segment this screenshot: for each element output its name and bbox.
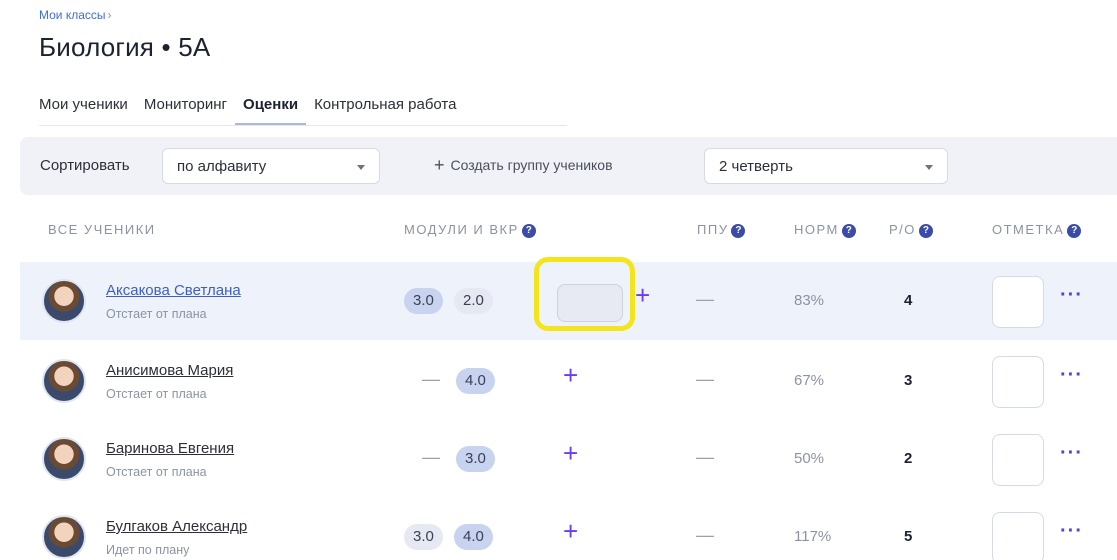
sort-select-value: по алфавиту <box>177 158 267 175</box>
tab-test[interactable]: Контрольная работа <box>314 92 456 125</box>
tab-monitoring[interactable]: Мониторинг <box>144 92 227 125</box>
final-mark-input[interactable] <box>992 434 1044 486</box>
student-status: Идет по плану <box>106 543 190 557</box>
final-mark-input[interactable] <box>992 276 1044 328</box>
tab-bar: Мои ученики Мониторинг Оценки Контрольна… <box>39 92 567 126</box>
norm-value: 67% <box>794 372 825 389</box>
final-mark-input[interactable] <box>992 512 1044 560</box>
module-grade-pill[interactable]: 4.0 <box>456 368 495 394</box>
student-name-link[interactable]: Анисимова Мария <box>106 362 233 379</box>
column-header-ppu: ППУ? <box>697 222 746 238</box>
ro-value: 2 <box>904 450 913 467</box>
ppu-value: — <box>696 369 714 389</box>
sort-select[interactable]: по алфавиту <box>162 148 380 184</box>
column-header-modules: МОДУЛИ И ВКР? <box>404 222 536 238</box>
module-grade-pill[interactable]: 4.0 <box>454 524 493 550</box>
more-options-icon[interactable]: ··· <box>1060 364 1083 387</box>
help-icon[interactable]: ? <box>918 224 933 238</box>
column-header-ro-label: Р/О <box>889 222 916 237</box>
column-header-ppu-label: ППУ <box>697 222 729 237</box>
student-name-link[interactable]: Булгаков Александр <box>106 518 247 535</box>
column-header-norm: НОРМ? <box>794 222 856 238</box>
norm-value: 83% <box>794 292 825 309</box>
avatar <box>42 437 86 481</box>
create-group-button[interactable]: + Создать группу учеников <box>434 155 613 176</box>
ppu-value: — <box>696 447 714 467</box>
student-status: Отстает от плана <box>106 465 207 479</box>
module-grade-empty: — <box>422 369 440 389</box>
norm-value: 50% <box>794 450 825 467</box>
more-options-icon[interactable]: ··· <box>1060 442 1083 465</box>
quarter-select[interactable]: 2 четверть <box>704 148 948 184</box>
column-header-students: ВСЕ УЧЕНИКИ <box>48 222 156 237</box>
tab-grades[interactable]: Оценки <box>235 92 307 125</box>
ppu-value: — <box>696 289 714 309</box>
student-status: Отстает от плана <box>106 307 207 321</box>
column-header-students-label: ВСЕ УЧЕНИКИ <box>48 222 156 237</box>
add-grade-button[interactable]: + <box>563 440 578 466</box>
student-status: Отстает от плана <box>106 387 207 401</box>
module-grade-pill[interactable]: 3.0 <box>404 524 443 550</box>
help-icon[interactable]: ? <box>841 224 856 238</box>
tab-my-students[interactable]: Мои ученики <box>39 92 128 125</box>
table-row: Баринова Евгения Отстает от плана — 3.0 … <box>20 420 1117 498</box>
help-icon[interactable]: ? <box>521 224 536 238</box>
table-row: Булгаков Александр Идет по плану 3.0 4.0… <box>20 498 1117 560</box>
quarter-select-value: 2 четверть <box>719 158 793 175</box>
student-name-link[interactable]: Баринова Евгения <box>106 440 234 457</box>
plus-icon: + <box>434 155 445 175</box>
page-title: Биология • 5А <box>39 32 211 62</box>
create-group-label: Создать группу учеников <box>450 157 613 173</box>
more-options-icon[interactable]: ··· <box>1060 520 1083 543</box>
avatar <box>42 359 86 403</box>
help-icon[interactable]: ? <box>731 224 746 238</box>
ro-value: 4 <box>904 292 913 309</box>
breadcrumb-link[interactable]: Мои классы <box>39 8 106 22</box>
breadcrumb-separator: › <box>107 8 112 22</box>
final-mark-input[interactable] <box>992 356 1044 408</box>
ppu-value: — <box>696 525 714 545</box>
avatar <box>42 279 86 323</box>
toolbar: Сортировать по алфавиту + Создать группу … <box>20 137 1117 195</box>
add-grade-button[interactable]: + <box>563 362 578 388</box>
vkr-grade-input[interactable] <box>557 284 623 322</box>
add-grade-button[interactable]: + <box>563 518 578 544</box>
student-name-link[interactable]: Аксакова Светлана <box>106 282 241 299</box>
caret-down-icon <box>925 165 933 170</box>
column-header-mark: ОТМЕТКА? <box>992 222 1082 238</box>
column-header-norm-label: НОРМ <box>794 222 839 237</box>
module-grade-pill[interactable]: 3.0 <box>456 446 495 472</box>
add-grade-button[interactable]: + <box>635 282 650 308</box>
table-row: Аксакова Светлана Отстает от плана 3.0 2… <box>20 257 1117 340</box>
column-header-mark-label: ОТМЕТКА <box>992 222 1065 237</box>
norm-value: 117% <box>794 528 832 545</box>
breadcrumb[interactable]: Мои классы › <box>39 8 112 22</box>
avatar <box>42 515 86 559</box>
sort-label: Сортировать <box>40 157 130 174</box>
help-icon[interactable]: ? <box>1067 224 1082 238</box>
column-header-modules-label: МОДУЛИ И ВКР <box>404 222 519 237</box>
ro-value: 3 <box>904 372 913 389</box>
module-grade-pill[interactable]: 2.0 <box>454 288 493 314</box>
column-header-ro: Р/О? <box>889 222 933 238</box>
module-grade-empty: — <box>422 447 440 467</box>
table-row: Анисимова Мария Отстает от плана — 4.0 +… <box>20 342 1117 420</box>
ro-value: 5 <box>904 528 913 545</box>
module-grade-pill[interactable]: 3.0 <box>404 288 443 314</box>
caret-down-icon <box>357 165 365 170</box>
more-options-icon[interactable]: ··· <box>1060 284 1083 307</box>
